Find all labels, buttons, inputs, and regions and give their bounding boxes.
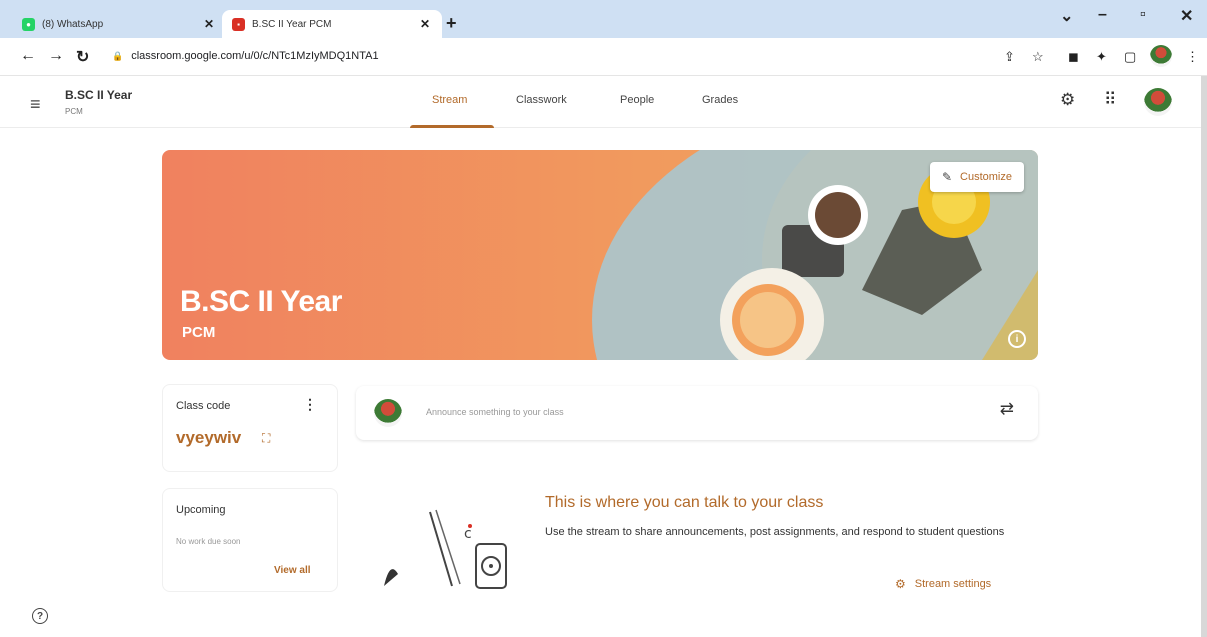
- extension-icon[interactable]: ◼: [1068, 49, 1079, 65]
- class-settings-icon[interactable]: ⚙: [1060, 90, 1075, 110]
- stream-settings-label: Stream settings: [914, 578, 992, 590]
- lock-icon: 🔒: [112, 50, 124, 61]
- tab-classroom[interactable]: ▪ B.SC II Year PCM ✕: [222, 10, 442, 38]
- help-icon[interactable]: ?: [32, 608, 48, 624]
- reuse-post-icon[interactable]: ⇄: [1000, 399, 1014, 419]
- announce-placeholder: Announce something to your class: [426, 407, 564, 417]
- user-avatar[interactable]: [1144, 88, 1172, 116]
- upcoming-label: Upcoming: [176, 504, 226, 516]
- tab-search-icon[interactable]: ⌄: [1060, 6, 1073, 26]
- pencil-icon: ✎: [941, 170, 953, 184]
- header-class-name[interactable]: B.SC II Year: [65, 88, 132, 102]
- extensions-puzzle-icon[interactable]: ✦: [1096, 49, 1107, 65]
- banner-illustration: [592, 150, 1038, 360]
- browser-toolbar: ← → ↻ 🔒 classroom.google.com/u/0/c/NTc1M…: [0, 38, 1207, 76]
- class-code-value: vyeywiv: [176, 428, 242, 447]
- class-code-label: Class code: [176, 400, 231, 412]
- tab-title: (8) WhatsApp: [42, 18, 104, 30]
- banner-subtitle: PCM: [182, 324, 216, 341]
- bookmark-star-icon[interactable]: ☆: [1032, 49, 1044, 65]
- fullscreen-icon[interactable]: ⛶: [262, 431, 270, 446]
- new-tab-button[interactable]: +: [446, 13, 457, 34]
- browser-window: ● (8) WhatsApp ✕ ▪ B.SC II Year PCM ✕ + …: [0, 0, 1207, 637]
- address-bar[interactable]: 🔒 classroom.google.com/u/0/c/NTc1MzIyMDQ…: [112, 50, 379, 62]
- browser-menu-icon[interactable]: ⋮: [1186, 49, 1199, 65]
- gear-icon: ⚙: [895, 577, 906, 591]
- talk-illustration: c: [384, 509, 507, 589]
- tab-strip: ● (8) WhatsApp ✕ ▪ B.SC II Year PCM ✕ + …: [0, 0, 1207, 38]
- url-text: classroom.google.com/u/0/c/NTc1MzIyMDQ1N…: [131, 50, 379, 62]
- customize-button[interactable]: ✎ Customize: [929, 162, 1024, 192]
- user-avatar: [374, 399, 402, 427]
- class-banner: B.SC II Year PCM ✎ Customize i: [162, 150, 1038, 360]
- announce-box[interactable]: Announce something to your class ⇄: [356, 386, 1038, 440]
- more-options-icon[interactable]: ⋮: [303, 396, 317, 413]
- close-window-button[interactable]: ✕: [1180, 6, 1193, 26]
- banner-title: B.SC II Year: [180, 285, 342, 318]
- stream-settings-button[interactable]: ⚙ Stream settings: [895, 577, 991, 591]
- side-panel-icon[interactable]: ▢: [1124, 49, 1136, 65]
- empty-state-description: Use the stream to share announcements, p…: [545, 526, 1005, 538]
- profile-avatar[interactable]: [1150, 45, 1172, 67]
- maximize-button[interactable]: ▫: [1140, 6, 1146, 24]
- empty-state-title: This is where you can talk to your class: [545, 494, 824, 511]
- close-tab-icon[interactable]: ✕: [418, 17, 432, 31]
- back-button[interactable]: ←: [20, 47, 36, 65]
- active-tab-indicator: [410, 125, 494, 128]
- tab-whatsapp[interactable]: ● (8) WhatsApp ✕: [12, 10, 226, 38]
- reload-button[interactable]: ↻: [76, 47, 89, 67]
- tab-classwork[interactable]: Classwork: [516, 94, 567, 106]
- forward-button[interactable]: →: [48, 47, 64, 65]
- tab-title: B.SC II Year PCM: [252, 18, 332, 30]
- minimize-button[interactable]: –: [1098, 6, 1107, 24]
- tab-stream[interactable]: Stream: [432, 94, 467, 106]
- classroom-icon: ▪: [232, 17, 245, 31]
- view-all-link[interactable]: View all: [274, 565, 311, 576]
- close-tab-icon[interactable]: ✕: [202, 17, 216, 31]
- customize-label: Customize: [960, 171, 1012, 183]
- svg-text:c: c: [464, 526, 472, 542]
- classroom-header: ≡ B.SC II Year PCM Stream Classwork Peop…: [0, 76, 1201, 128]
- whatsapp-icon: ●: [22, 17, 35, 31]
- share-icon[interactable]: ⇪: [1004, 49, 1015, 65]
- tab-people[interactable]: People: [620, 94, 654, 106]
- info-icon[interactable]: i: [1008, 330, 1026, 348]
- main-menu-icon[interactable]: ≡: [30, 94, 41, 115]
- no-work-text: No work due soon: [176, 537, 241, 546]
- apps-grid-icon[interactable]: ⠿: [1104, 90, 1116, 110]
- header-section: PCM: [65, 107, 83, 116]
- tab-grades[interactable]: Grades: [702, 94, 738, 106]
